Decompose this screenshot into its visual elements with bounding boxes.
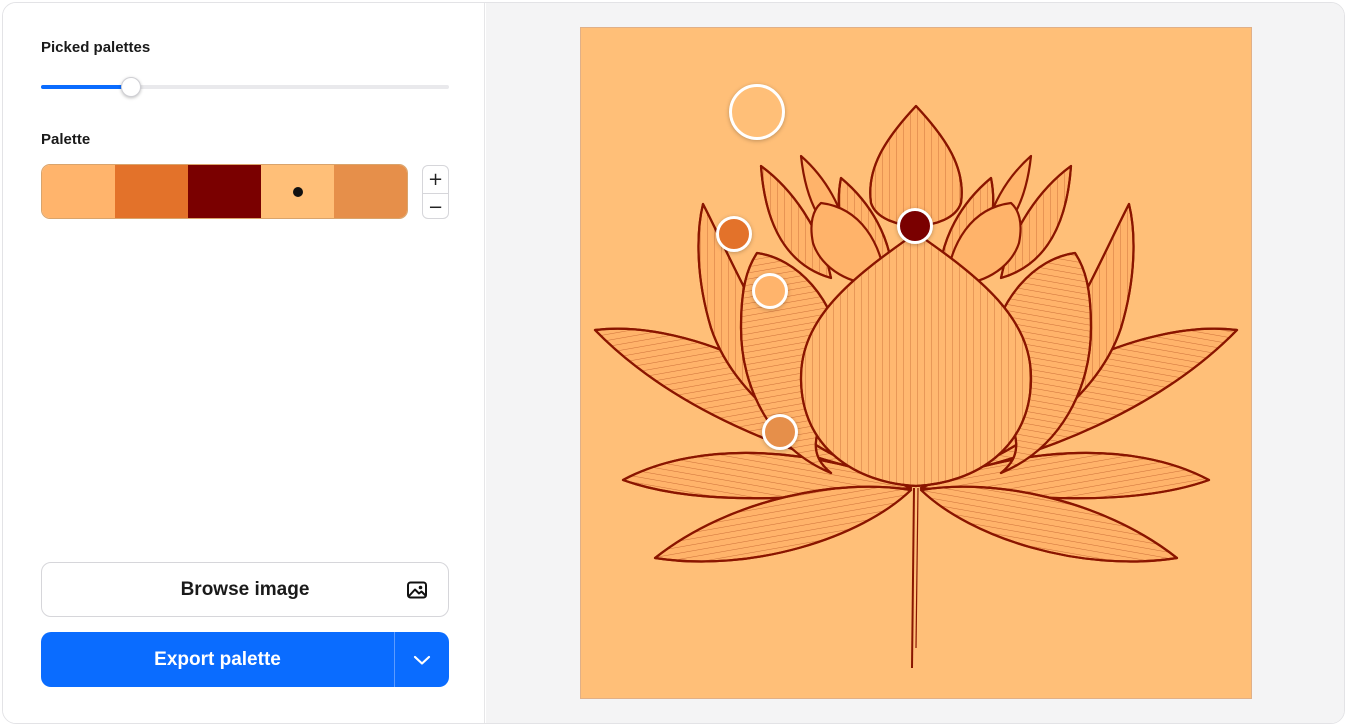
browse-image-label: Browse image [180, 578, 310, 600]
export-palette-button-group: Export palette [41, 632, 449, 687]
palette-swatch[interactable] [261, 165, 334, 218]
palette-swatch[interactable] [188, 165, 261, 218]
color-picker-marker-5[interactable] [762, 414, 798, 450]
slider-thumb[interactable] [120, 77, 141, 97]
palette-swatch[interactable] [42, 165, 115, 218]
palette-label: Palette [41, 131, 91, 148]
slider-fill [41, 85, 131, 89]
chevron-down-icon [413, 655, 431, 665]
selected-swatch-indicator [292, 186, 303, 197]
color-picker-marker-4[interactable] [752, 273, 788, 309]
add-swatch-button[interactable]: + [423, 166, 448, 193]
picked-palettes-slider[interactable] [41, 77, 449, 97]
lotus-illustration [593, 104, 1239, 669]
sidebar-panel: Picked palettes Palette + − Browse image… [3, 3, 485, 723]
app-window: Picked palettes Palette + − Browse image… [2, 2, 1345, 724]
color-picker-marker-3[interactable] [897, 208, 933, 244]
color-picker-marker-2[interactable] [716, 216, 752, 252]
palette-swatch[interactable] [115, 165, 188, 218]
palette-swatch-strip [41, 164, 408, 219]
swatch-count-stepper: + − [422, 165, 449, 219]
palette-swatch[interactable] [334, 165, 407, 218]
export-options-button[interactable] [395, 632, 449, 687]
source-image[interactable] [580, 27, 1252, 699]
export-palette-button[interactable]: Export palette [41, 632, 394, 687]
image-icon [407, 581, 427, 599]
remove-swatch-button[interactable]: − [423, 193, 448, 218]
picked-palettes-label: Picked palettes [41, 39, 151, 56]
browse-image-button[interactable]: Browse image [41, 562, 449, 617]
image-preview-area [486, 3, 1344, 723]
color-picker-marker-1[interactable] [729, 84, 785, 140]
